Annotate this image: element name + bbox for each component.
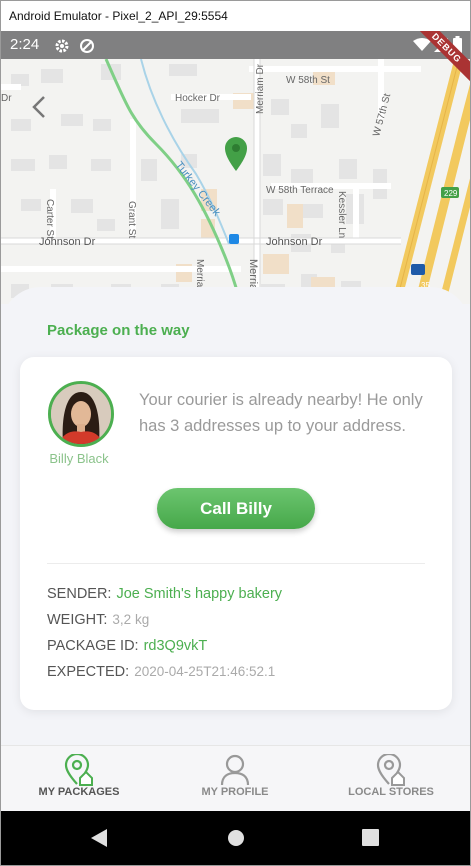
nav-my-profile[interactable]: MY PROFILE <box>157 746 313 812</box>
street-label: Kessler Ln <box>336 191 347 238</box>
sender-value: Joe Smith's happy bakery <box>116 586 283 602</box>
highway-shield-label: 229 <box>444 189 458 198</box>
package-sheet: Package on the way Billy Black Your cour… <box>1 287 470 767</box>
nav-label: MY PACKAGES <box>38 786 120 798</box>
bottom-nav: MY PACKAGES MY PROFILE LOCAL STORES <box>1 745 470 812</box>
package-id-label: PACKAGE ID: <box>47 638 139 654</box>
nav-label: LOCAL STORES <box>348 786 434 798</box>
chevron-left-icon <box>32 96 45 118</box>
device-screen: 2:24 DEBUG Hocker Dr W 58th St W 58th Te… <box>1 31 470 865</box>
home-button[interactable] <box>227 829 245 852</box>
settings-icon <box>54 38 70 58</box>
expected-label: EXPECTED: <box>47 664 130 680</box>
recents-icon <box>362 829 379 846</box>
package-id-row: PACKAGE ID: rd3Q9vkT <box>47 638 207 654</box>
sender-label: SENDER: <box>47 586 112 602</box>
call-courier-button[interactable]: Call Billy <box>157 488 315 529</box>
sync-off-icon <box>79 38 95 58</box>
home-icon <box>228 830 244 846</box>
weight-row: WEIGHT: 3,2 kg <box>47 612 149 628</box>
street-label: Merriam Dr <box>255 63 266 114</box>
weight-label: WEIGHT: <box>47 612 108 628</box>
sender-row: SENDER: Joe Smith's happy bakery <box>47 586 282 602</box>
map-view[interactable]: Hocker Dr W 58th St W 58th Terrace Johns… <box>1 59 470 304</box>
street-label: W 58th Terrace <box>266 185 334 196</box>
street-label: Johnson Dr <box>266 236 323 248</box>
courier-card: Billy Black Your courier is already near… <box>20 357 452 710</box>
sheet-title: Package on the way <box>47 322 190 339</box>
recents-button[interactable] <box>362 829 379 851</box>
status-time: 2:24 <box>10 36 40 53</box>
nav-label: MY PROFILE <box>201 786 269 798</box>
street-label: W 58th St <box>286 75 330 86</box>
package-id-value: rd3Q9vkT <box>143 638 208 654</box>
expected-row: EXPECTED: 2020-04-25T21:46:52.1 <box>47 664 275 680</box>
system-navigation-bar <box>1 811 470 865</box>
back-button[interactable] <box>31 95 47 124</box>
courier-avatar <box>48 381 114 447</box>
emulator-window: Android Emulator - Pixel_2_API_29:5554 2… <box>0 0 471 866</box>
divider <box>47 563 425 564</box>
street-label: Grant St <box>126 201 137 238</box>
nav-my-packages[interactable]: MY PACKAGES <box>1 746 157 812</box>
street-label: Dr <box>1 93 12 104</box>
wifi-icon <box>413 38 431 56</box>
status-bar: 2:24 DEBUG <box>1 31 470 85</box>
map-graphic: Hocker Dr W 58th St W 58th Terrace Johns… <box>1 59 470 304</box>
courier-name: Billy Black <box>49 451 109 466</box>
back-triangle-button[interactable] <box>91 829 107 852</box>
street-label: Hocker Dr <box>175 93 221 104</box>
courier-message: Your courier is already nearby! He only … <box>139 391 423 435</box>
window-title: Android Emulator - Pixel_2_API_29:5554 <box>1 1 470 31</box>
street-label: W 57th St <box>371 92 393 137</box>
expected-value: 2020-04-25T21:46:52.1 <box>134 664 276 679</box>
weight-value: 3,2 kg <box>112 612 150 627</box>
street-label: Carter St <box>44 199 55 239</box>
nav-local-stores[interactable]: LOCAL STORES <box>313 746 469 812</box>
back-icon <box>91 829 107 847</box>
